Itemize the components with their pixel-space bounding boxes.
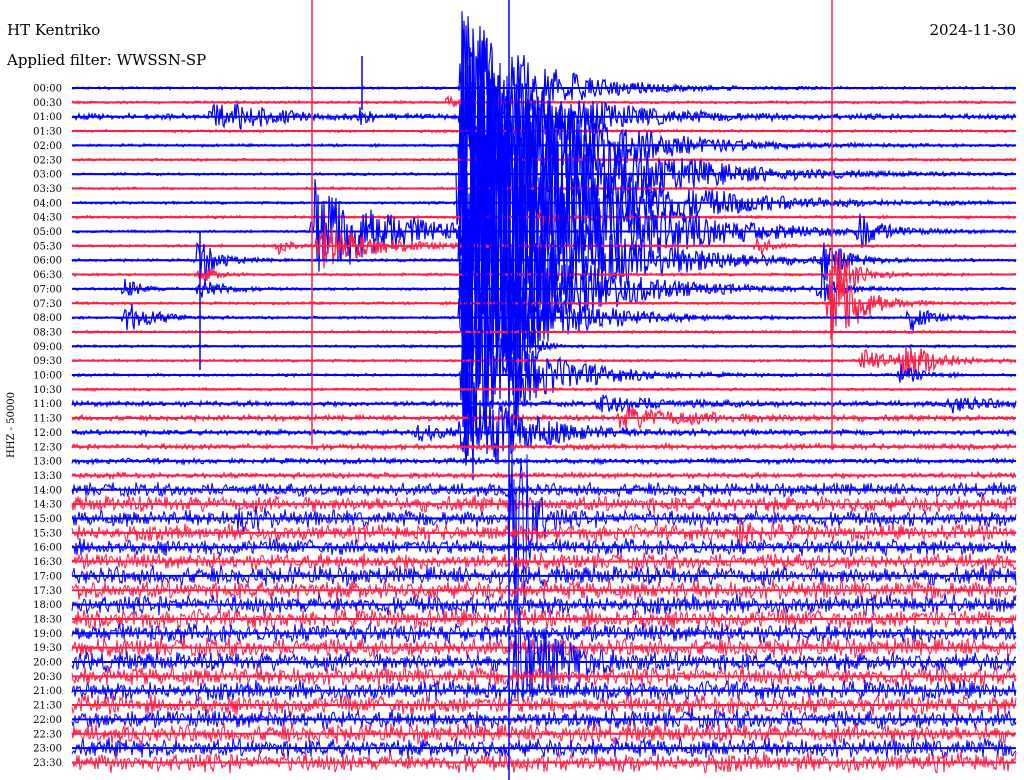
y-tick-label: 04:00 <box>33 198 62 209</box>
y-tick-label: 20:00 <box>33 658 62 669</box>
y-tick-label: 22:30 <box>33 729 62 740</box>
y-tick-label: 02:30 <box>33 155 62 166</box>
y-tick-label: 12:30 <box>33 442 62 453</box>
y-tick-label: 00:00 <box>33 84 62 95</box>
y-tick-label: 17:00 <box>33 571 62 582</box>
y-tick-label: 19:30 <box>33 643 62 654</box>
y-tick-label: 12:00 <box>33 428 62 439</box>
y-tick-label: 09:00 <box>33 342 62 353</box>
trace-line <box>71 20 1017 163</box>
y-tick-label: 00:30 <box>33 98 62 109</box>
y-tick-label: 13:00 <box>33 457 62 468</box>
axis-label-channel: HHZ - 50000 <box>6 392 17 458</box>
trace-line <box>71 346 1017 379</box>
y-tick-label: 10:00 <box>33 371 62 382</box>
y-tick-label: 21:00 <box>33 686 62 697</box>
y-tick-label: 15:30 <box>33 528 62 539</box>
y-tick-label: 08:30 <box>33 327 62 338</box>
y-tick-label: 23:00 <box>33 744 62 755</box>
y-tick-label: 11:30 <box>33 414 62 425</box>
y-tick-label: 09:30 <box>33 356 62 367</box>
y-tick-label: 04:30 <box>33 213 62 224</box>
y-tick-label: 03:30 <box>33 184 62 195</box>
helicorder-chart: 00:00 00:30 01:00 01:30 02:00 02:30 03:00 03:30… <box>6 0 1017 780</box>
y-tick-label: 01:30 <box>33 127 62 138</box>
y-tick-label: 17:30 <box>33 586 62 597</box>
y-tick-label: 05:30 <box>33 241 62 252</box>
y-tick-label: 10:30 <box>33 385 62 396</box>
y-tick-label: 19:00 <box>33 629 62 640</box>
y-tick-label: 07:00 <box>33 284 62 295</box>
y-tick-label: 06:30 <box>33 270 62 281</box>
trace-line <box>71 382 1017 481</box>
y-tick-label: 13:30 <box>33 471 62 482</box>
y-tick-label: 16:00 <box>33 543 62 554</box>
y-tick-label: 14:30 <box>33 500 62 511</box>
y-tick-label: 16:30 <box>33 557 62 568</box>
trace-layer <box>71 0 1017 780</box>
y-tick-label: 02:00 <box>33 141 62 152</box>
y-tick-label: 01:00 <box>33 112 62 123</box>
y-tick-label: 06:00 <box>33 256 62 267</box>
y-tick-label: 03:00 <box>33 170 62 181</box>
y-tick-label: 08:00 <box>33 313 62 324</box>
y-tick-label: 18:30 <box>33 614 62 625</box>
y-tick-label: 05:00 <box>33 227 62 238</box>
y-tick-label: 14:00 <box>33 485 62 496</box>
y-tick-label: 07:30 <box>33 299 62 310</box>
y-tick-label: 21:30 <box>33 701 62 712</box>
y-tick-label: 23:30 <box>33 758 62 769</box>
y-tick-label: 20:30 <box>33 672 62 683</box>
tick-label-layer: 00:00 00:30 01:00 01:30 02:00 02:30 03:00 03:30… <box>33 84 62 769</box>
y-tick-label: 18:00 <box>33 600 62 611</box>
y-tick-label: 22:00 <box>33 715 62 726</box>
y-tick-label: 11:00 <box>33 399 62 410</box>
y-tick-label: 15:00 <box>33 514 62 525</box>
